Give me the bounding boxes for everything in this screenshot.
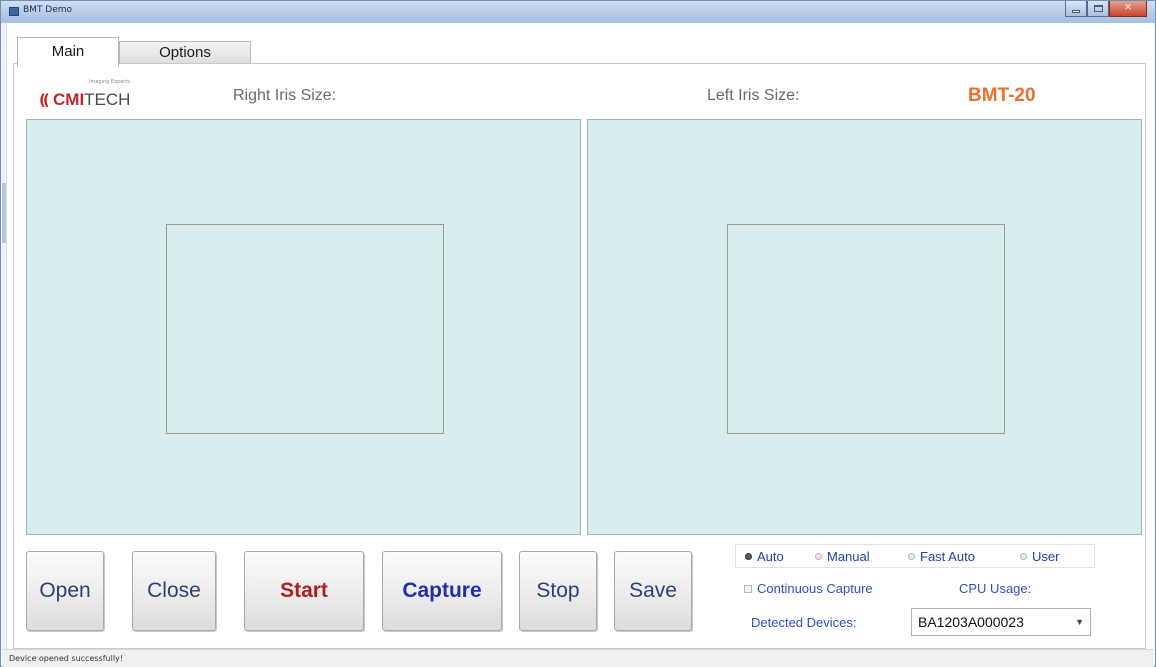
- radio-auto-label: Auto: [757, 549, 784, 564]
- radio-dot-icon: [745, 553, 752, 560]
- app-window: BMT Demo ✕ Options Main Imaging Experts …: [0, 0, 1156, 667]
- right-iris-size-label: Right Iris Size:: [233, 87, 337, 104]
- radio-user-label: User: [1032, 549, 1060, 564]
- stop-button[interactable]: Stop: [519, 551, 597, 631]
- radio-dot-icon: [908, 553, 915, 560]
- window-title: BMT Demo: [23, 5, 73, 15]
- checkbox-icon: [744, 584, 752, 593]
- radio-manual-label: Manual: [827, 549, 870, 564]
- dropdown-arrow-icon: ▼: [1075, 617, 1084, 627]
- maximize-icon: [1093, 5, 1103, 12]
- logo-brand-gray: TECH: [84, 90, 131, 109]
- radio-fast-auto[interactable]: Fast Auto: [908, 549, 975, 564]
- start-button[interactable]: Start: [244, 551, 364, 631]
- save-button[interactable]: Save: [614, 551, 692, 631]
- detected-devices-value: BA1203A000023: [918, 614, 1024, 630]
- app-icon: [9, 7, 19, 16]
- radio-auto[interactable]: Auto: [745, 549, 784, 564]
- model-name: BMT-20: [968, 85, 1036, 106]
- scroll-grip[interactable]: [2, 183, 6, 243]
- capture-button[interactable]: Capture: [382, 551, 502, 631]
- logo-waves-icon: ((: [39, 91, 50, 109]
- title-bar[interactable]: BMT Demo ✕: [1, 1, 1155, 23]
- continuous-capture-checkbox[interactable]: Continuous Capture: [744, 581, 873, 596]
- right-iris-view: [26, 119, 581, 535]
- minimize-icon: [1072, 9, 1080, 13]
- logo-tagline: Imaging Experts: [89, 79, 130, 85]
- radio-manual[interactable]: Manual: [815, 549, 870, 564]
- window-controls: ✕: [1065, 1, 1147, 17]
- logo-brand-red: CMI: [53, 90, 85, 109]
- cpu-usage-label: CPU Usage:: [959, 581, 1032, 596]
- close-window-button[interactable]: ✕: [1109, 1, 1147, 17]
- left-iris-roi-box: [727, 224, 1005, 434]
- radio-fast-auto-label: Fast Auto: [920, 549, 975, 564]
- left-border: [1, 23, 7, 649]
- open-button[interactable]: Open: [26, 551, 104, 631]
- status-message: Device opened successfully!: [9, 654, 123, 663]
- close-button[interactable]: Close: [132, 551, 216, 631]
- status-bar: Device opened successfully!: [2, 649, 1154, 667]
- maximize-button[interactable]: [1087, 1, 1109, 17]
- radio-dot-icon: [815, 553, 822, 560]
- radio-dot-icon: [1020, 553, 1027, 560]
- continuous-capture-label: Continuous Capture: [757, 581, 873, 596]
- right-iris-roi-box: [166, 224, 444, 434]
- close-icon: ✕: [1124, 3, 1132, 13]
- detected-devices-select[interactable]: BA1203A000023 ▼: [911, 608, 1091, 636]
- detected-devices-label: Detected Devices:: [751, 615, 857, 630]
- capture-mode-group: Auto Manual Fast Auto User: [735, 544, 1095, 568]
- radio-user[interactable]: User: [1020, 549, 1059, 564]
- left-iris-view: [587, 119, 1142, 535]
- tab-main[interactable]: Main: [17, 37, 119, 67]
- minimize-button[interactable]: [1065, 1, 1087, 17]
- logo-brand: CMITECH: [53, 90, 130, 110]
- left-iris-size-label: Left Iris Size:: [707, 87, 800, 104]
- tab-options[interactable]: Options: [119, 41, 251, 63]
